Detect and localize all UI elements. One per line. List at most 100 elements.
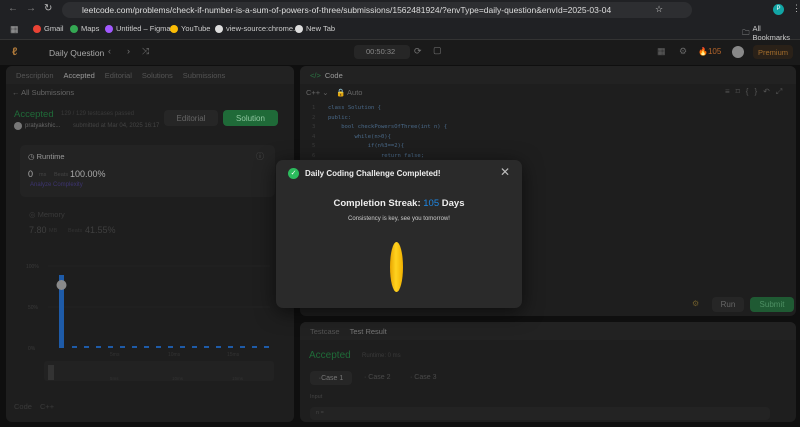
distribution-bar[interactable] xyxy=(216,346,221,348)
reload-icon[interactable]: ↻ xyxy=(44,3,52,14)
bookmark-view-source[interactable]: view-source:chrome... xyxy=(215,24,299,33)
daily-question-title[interactable]: Daily Question xyxy=(49,48,104,58)
layout-icon[interactable]: ▦ xyxy=(657,46,666,57)
runtime-card: ◷ Runtime ⓘ 0 ms Beats 100.00% Analyze C… xyxy=(20,145,275,197)
premium-button[interactable]: Premium xyxy=(753,45,793,59)
check-circle-icon: ✓ xyxy=(288,168,299,179)
run-button[interactable]: Run xyxy=(712,297,744,312)
profile-avatar[interactable]: P xyxy=(773,4,784,15)
runtime-beats: 100.00% xyxy=(70,169,106,179)
username[interactable]: pratyakshic... xyxy=(25,123,60,129)
distribution-bar[interactable] xyxy=(132,346,137,348)
distribution-bar[interactable] xyxy=(108,346,113,348)
distribution-bar[interactable] xyxy=(72,346,77,348)
submit-button[interactable]: Submit xyxy=(750,297,794,312)
star-icon[interactable]: ☆ xyxy=(655,4,663,15)
ytick: 100% xyxy=(26,264,39,270)
timer[interactable]: 00:50:32 xyxy=(354,45,410,59)
line-numbers: 123456 xyxy=(312,105,316,159)
apps-icon[interactable]: ▦ xyxy=(10,24,19,35)
bookmark-maps[interactable]: Maps xyxy=(70,24,99,33)
testcases-passed: 129 / 129 testcases passed xyxy=(61,111,135,117)
notes-icon[interactable]: ▢ xyxy=(433,45,442,56)
coin-icon xyxy=(390,242,403,292)
tab-test-result[interactable]: Test Result xyxy=(350,327,387,336)
language-select[interactable]: C++ ⌄ xyxy=(306,88,329,97)
leetcode-logo[interactable]: ℓ xyxy=(12,46,17,58)
distribution-bar[interactable] xyxy=(180,346,185,348)
code-line: public: xyxy=(328,114,352,121)
analyze-complexity-link[interactable]: Analyze Complexity xyxy=(30,182,83,188)
code-line: while(n>0){ xyxy=(328,133,391,140)
tab-submissions[interactable]: Submissions xyxy=(183,71,226,80)
distribution-bar[interactable] xyxy=(84,346,89,348)
test-runtime: Runtime: 0 ms xyxy=(362,353,401,359)
code-lang: C++ xyxy=(40,402,55,411)
distribution-bar[interactable] xyxy=(120,346,125,348)
distribution-bar[interactable] xyxy=(264,346,269,348)
folder-icon: 🗀 xyxy=(742,27,750,37)
test-result-panel: Testcase Test Result Accepted Runtime: 0… xyxy=(300,322,796,422)
editor-tools[interactable]: ≡⌑{}↶⤢ xyxy=(725,87,788,97)
code-editor[interactable]: class Solution {public: bool checkPowers… xyxy=(328,104,447,161)
reset-timer-icon[interactable]: ⟳ xyxy=(414,46,422,57)
svg-text:15ms: 15ms xyxy=(232,376,244,381)
left-tabs: Description Accepted Editorial Solutions… xyxy=(6,66,294,84)
back-icon[interactable]: ← xyxy=(8,3,18,14)
bookmark-gmail[interactable]: Gmail xyxy=(33,24,64,33)
your-submission-marker[interactable] xyxy=(56,280,67,290)
submitted-time: submitted at Mar 04, 2025 16:17 xyxy=(73,123,160,129)
ytick: 50% xyxy=(28,305,39,311)
runtime-value: 0 xyxy=(28,169,34,179)
auto-mode[interactable]: 🔒 Auto xyxy=(336,88,362,97)
case-2-tab[interactable]: · Case 2 xyxy=(364,374,390,381)
test-status: Accepted xyxy=(309,350,351,361)
code-line: if(n%3==2){ xyxy=(328,143,405,149)
shuffle-icon[interactable]: ⤨ xyxy=(142,46,149,57)
challenge-completed-modal: ✓ Daily Coding Challenge Completed! ✕ Co… xyxy=(276,160,522,308)
distribution-bar[interactable] xyxy=(168,346,173,348)
tab-editorial[interactable]: Editorial xyxy=(105,71,132,80)
case-1-tab[interactable]: · Case 1 xyxy=(310,371,352,385)
memory-label[interactable]: ◎ Memory xyxy=(29,210,65,219)
code-tab: </> Code xyxy=(300,66,796,84)
user-avatar[interactable] xyxy=(732,46,744,58)
tab-description[interactable]: Description xyxy=(16,71,54,80)
settings-icon[interactable]: ⚙ xyxy=(679,46,687,57)
tab-solutions[interactable]: Solutions xyxy=(142,71,173,80)
accepted-status: Accepted xyxy=(14,109,54,120)
distribution-bar[interactable] xyxy=(228,346,233,348)
all-submissions-link[interactable]: ← All Submissions xyxy=(12,88,74,97)
distribution-bar[interactable] xyxy=(96,346,101,348)
distribution-bar[interactable] xyxy=(240,346,245,348)
menu-icon[interactable]: ⋮ xyxy=(792,3,800,14)
close-icon[interactable]: ✕ xyxy=(500,165,510,179)
distribution-bar[interactable] xyxy=(156,346,161,348)
input-value: n = xyxy=(310,407,770,420)
svg-text:5ms: 5ms xyxy=(110,352,120,358)
completion-streak: Completion Streak: 105 Days xyxy=(333,198,465,209)
tab-accepted[interactable]: Accepted xyxy=(64,71,95,80)
modal-message: Consistency is key, see you tomorrow! xyxy=(348,216,450,222)
address-bar[interactable]: leetcode.com/problems/check-if-number-is… xyxy=(62,2,692,18)
editorial-button[interactable]: Editorial xyxy=(164,110,218,126)
case-3-tab[interactable]: · Case 3 xyxy=(410,374,436,381)
distribution-bar[interactable] xyxy=(204,346,209,348)
forward-icon[interactable]: → xyxy=(26,3,36,14)
solution-button[interactable]: Solution xyxy=(223,110,278,126)
submission-panel: Description Accepted Editorial Solutions… xyxy=(6,66,294,422)
streak-counter[interactable]: 🔥105 xyxy=(698,47,721,56)
debug-icon[interactable]: ⚙ xyxy=(692,299,699,308)
bookmark-youtube[interactable]: YouTube xyxy=(170,24,210,33)
distribution-bar[interactable] xyxy=(252,346,257,348)
prev-icon[interactable]: ‹ xyxy=(108,46,111,56)
tab-testcase[interactable]: Testcase xyxy=(310,327,340,336)
runtime-distribution-chart[interactable]: 100% 50% 0% 5ms 10ms 15ms 5ms 10ms 15ms xyxy=(20,256,278,386)
distribution-bar[interactable] xyxy=(192,346,197,348)
info-icon[interactable]: ⓘ xyxy=(256,151,264,162)
bookmark-new-tab[interactable]: New Tab xyxy=(295,24,335,33)
bookmark-figma[interactable]: Untitled – Figma xyxy=(105,24,171,33)
distribution-bar[interactable] xyxy=(144,346,149,348)
next-icon[interactable]: › xyxy=(127,46,130,56)
runtime-label: ◷ Runtime xyxy=(28,152,65,161)
